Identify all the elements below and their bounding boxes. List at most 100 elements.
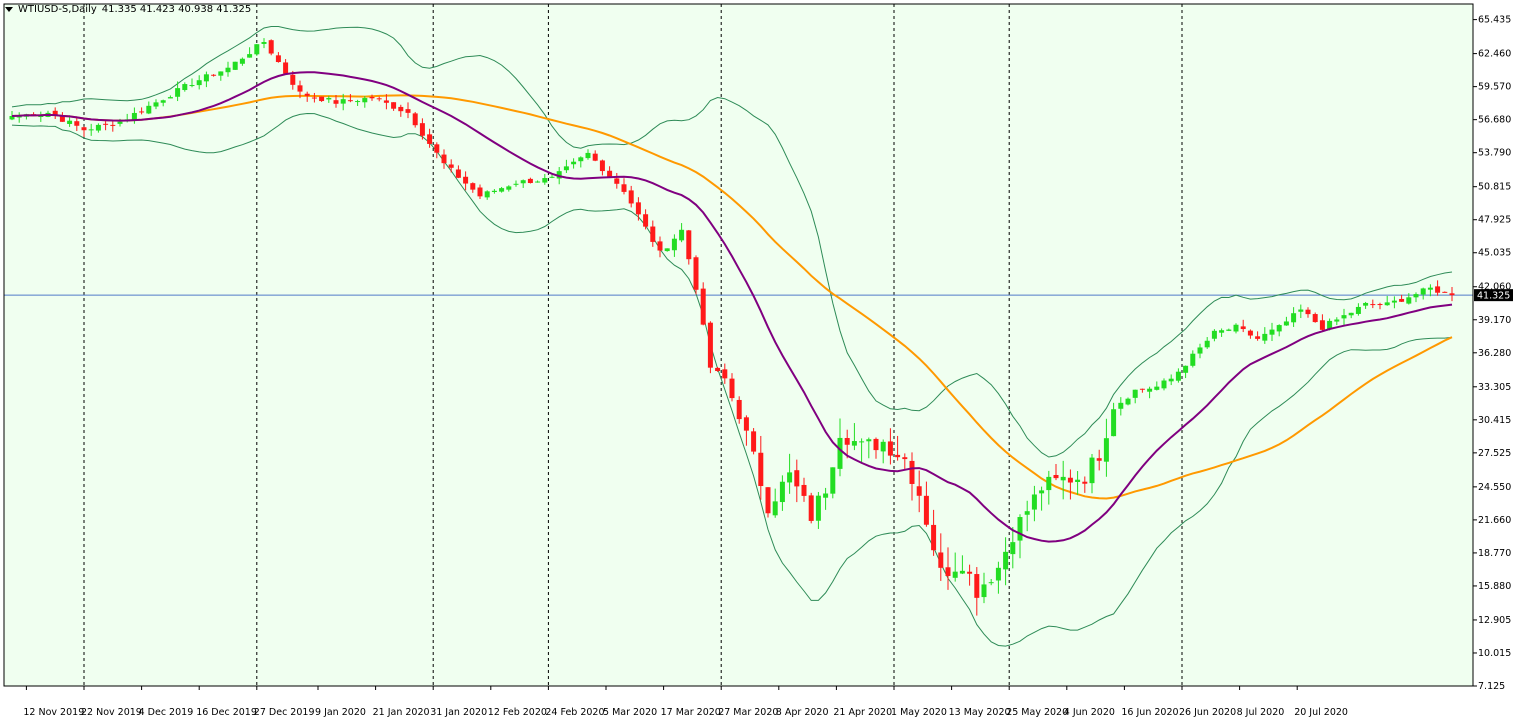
candle-body: [1219, 330, 1225, 333]
candle-body: [808, 495, 814, 521]
candle-body: [88, 129, 94, 131]
candle-body: [1391, 300, 1397, 303]
candle-body: [1010, 542, 1016, 555]
collapse-triangle-icon[interactable]: [5, 7, 13, 12]
price-tick-label: 7.125: [1478, 681, 1505, 692]
price-chart[interactable]: 65.435 62.460 59.570 56.680 53.790 50.815 47.9…: [0, 0, 1516, 724]
candle-body: [211, 74, 217, 76]
candle-body: [549, 176, 555, 178]
price-tick-label: 27.525: [1478, 448, 1511, 459]
candle-body: [304, 93, 310, 96]
candle-body: [182, 84, 188, 91]
price-tick-label: 10.015: [1478, 648, 1511, 659]
candle: [808, 492, 814, 524]
candle-body: [722, 369, 728, 379]
time-tick-label: 20 Jul 2020: [1294, 707, 1348, 718]
ohlc-readout: 41.335 41.423 40.938 41.325: [101, 4, 252, 15]
candle-body: [621, 184, 627, 192]
current-price-tag: 41.325: [1474, 289, 1513, 302]
candle: [254, 44, 260, 56]
price-tick-label: 39.170: [1478, 315, 1511, 326]
price-tick-label: 47.925: [1478, 215, 1511, 226]
candle-body: [1147, 388, 1153, 392]
candle-body: [484, 191, 490, 198]
candle-body: [1096, 458, 1102, 461]
candle-body: [153, 102, 159, 107]
candle-body: [463, 176, 469, 184]
price-tag-label: 41.325: [1477, 291, 1510, 302]
candle-body: [362, 98, 368, 103]
candle-body: [81, 127, 87, 131]
candle-body: [391, 102, 397, 109]
candle-body: [1420, 288, 1426, 295]
candle-body: [729, 378, 735, 399]
candle-body: [801, 484, 807, 496]
candle-body: [95, 124, 101, 131]
candle-body: [520, 180, 526, 184]
chart-window[interactable]: 65.435 62.460 59.570 56.680 53.790 50.815 47.9…: [0, 0, 1516, 724]
candle-body: [333, 100, 339, 104]
candle-body: [1240, 326, 1246, 330]
candle-body: [1067, 477, 1073, 483]
candle-body: [67, 120, 73, 124]
candle-body: [1197, 347, 1203, 354]
candle-body: [1262, 333, 1268, 341]
price-tick-label: 59.570: [1478, 82, 1511, 93]
candle-body: [815, 495, 821, 521]
time-tick-label: 12 Feb 2020: [488, 707, 547, 718]
candle-body: [1183, 365, 1189, 373]
candle-body: [441, 154, 447, 164]
candle-body: [232, 61, 238, 70]
candle-body: [679, 229, 685, 241]
price-tick-label: 65.435: [1478, 15, 1511, 26]
candle-body: [455, 169, 461, 178]
candle-body: [1024, 511, 1030, 515]
candle-body: [1125, 398, 1131, 405]
candle-body: [1298, 309, 1304, 312]
candle: [268, 39, 274, 56]
candle-body: [1053, 475, 1059, 479]
candle-body: [167, 97, 173, 99]
price-axis: 65.435 62.460 59.570 56.680 53.790 50.815 47.9…: [1473, 15, 1511, 692]
candle: [751, 428, 757, 455]
price-tick-label: 21.660: [1478, 515, 1511, 526]
candle-body: [686, 230, 692, 260]
candle-body: [988, 582, 994, 584]
candle-body: [751, 431, 757, 452]
candle-body: [635, 202, 641, 215]
candle-body: [823, 493, 829, 498]
candle-body: [707, 322, 713, 368]
candle-body: [1132, 389, 1138, 398]
candle-body: [1406, 297, 1412, 304]
candle-body: [1039, 490, 1045, 494]
candle-body: [599, 160, 605, 172]
candle-body: [758, 452, 764, 487]
candle-body: [772, 501, 778, 516]
candle-body: [499, 188, 505, 192]
candle-body: [1399, 298, 1405, 302]
candle-body: [203, 74, 209, 82]
candle-body: [275, 55, 281, 63]
time-tick-label: 12 Nov 2019: [23, 707, 84, 718]
time-tick-label: 21 Apr 2020: [833, 707, 892, 718]
candle-body: [347, 100, 353, 102]
candle-body: [1060, 476, 1066, 481]
candle-body: [268, 40, 274, 54]
candle-body: [405, 109, 411, 113]
chart-header: WTIUSD-S,Daily 41.335 41.423 40.938 41.3…: [5, 4, 251, 15]
candle-body: [931, 524, 937, 551]
candle-body: [1312, 314, 1318, 323]
candle-body: [1384, 302, 1390, 306]
time-tick-label: 25 May 2020: [1006, 707, 1068, 718]
candle-body: [643, 214, 649, 227]
candle-body: [196, 80, 202, 86]
candle-body: [412, 113, 418, 126]
time-tick-label: 13 May 2020: [949, 707, 1011, 718]
candle-body: [398, 106, 404, 112]
candle-body: [1269, 329, 1275, 335]
candle-body: [671, 238, 677, 251]
candle-body: [700, 288, 706, 325]
price-tick-label: 53.790: [1478, 148, 1511, 159]
candle-body: [1139, 388, 1145, 390]
candle-body: [844, 438, 850, 445]
